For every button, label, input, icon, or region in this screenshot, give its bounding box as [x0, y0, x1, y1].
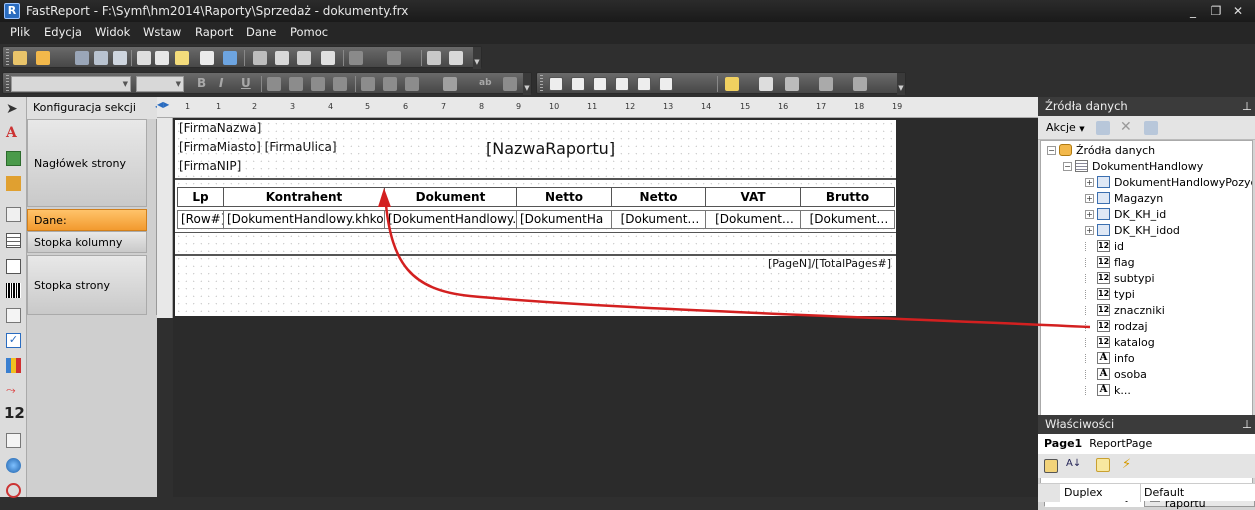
annotation-arrow-head: [378, 188, 391, 207]
annotation-arrow: [378, 188, 1091, 329]
annotation-arrow-line: [384, 204, 1091, 329]
